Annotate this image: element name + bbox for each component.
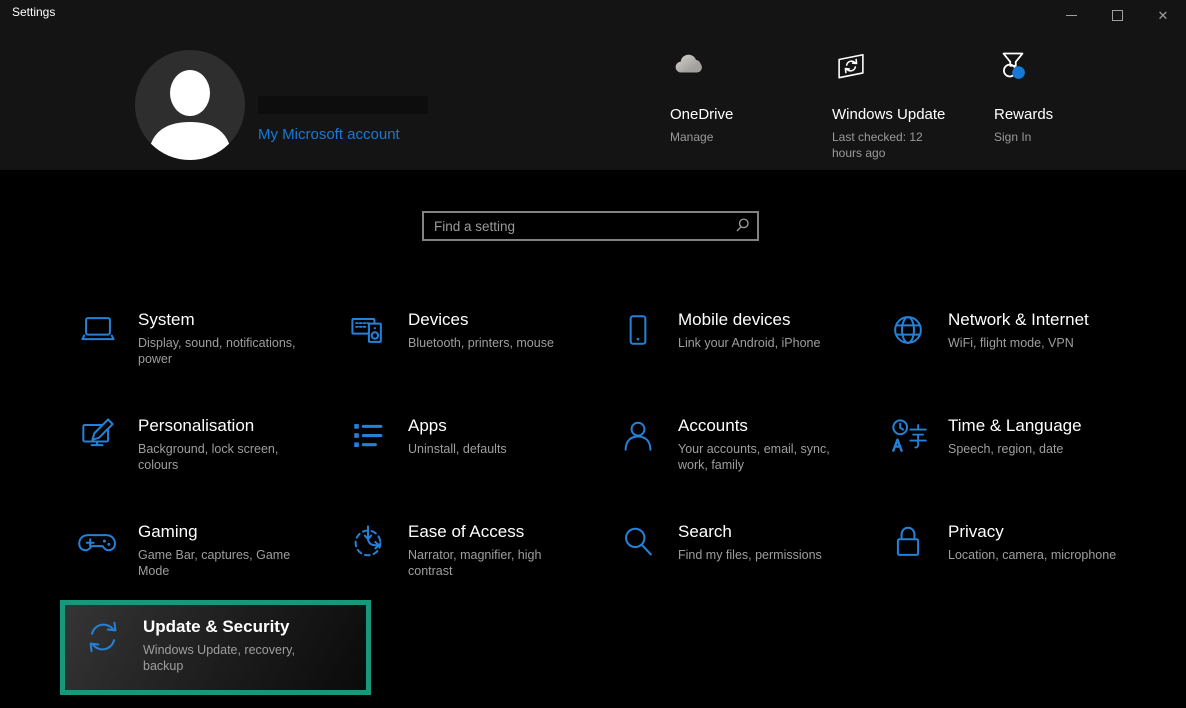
user-avatar[interactable] xyxy=(135,50,245,160)
maximize-icon xyxy=(1112,10,1123,21)
category-subtitle: Bluetooth, printers, mouse xyxy=(408,335,554,351)
onedrive-cloud-icon xyxy=(670,48,708,88)
globe-icon xyxy=(886,308,930,352)
apps-icon xyxy=(346,414,390,458)
rewards-medal-icon xyxy=(994,48,1032,88)
quick-item-subtitle: Sign In xyxy=(994,129,1094,145)
ease-of-access-icon xyxy=(346,520,390,564)
category-subtitle: Find my files, permissions xyxy=(678,547,822,563)
maximize-button[interactable] xyxy=(1094,0,1140,30)
category-text: Devices Bluetooth, printers, mouse xyxy=(408,308,554,351)
quick-item-title: Windows Update xyxy=(832,106,944,123)
quick-item-title: OneDrive xyxy=(670,106,782,123)
category-tile-network-internet[interactable]: Network & Internet WiFi, flight mode, VPN xyxy=(870,292,1140,398)
quick-item-title: Rewards xyxy=(994,106,1106,123)
person-icon xyxy=(616,414,660,458)
category-tile-apps[interactable]: Apps Uninstall, defaults xyxy=(330,398,600,504)
user-silhouette-icon xyxy=(135,50,245,160)
category-title: Mobile devices xyxy=(678,310,820,330)
personalisation-icon xyxy=(76,414,120,458)
category-tile-time-language[interactable]: Time & Language Speech, region, date xyxy=(870,398,1140,504)
category-text: Personalisation Background, lock screen, … xyxy=(138,414,313,473)
windows-update-icon xyxy=(832,48,870,88)
category-text: Update & Security Windows Update, recover… xyxy=(143,615,318,674)
category-tile-mobile-devices[interactable]: Mobile devices Link your Android, iPhone xyxy=(600,292,870,398)
category-title: Ease of Access xyxy=(408,522,583,542)
devices-icon xyxy=(346,308,390,352)
category-tile-system[interactable]: System Display, sound, notifications, pow… xyxy=(60,292,330,398)
category-text: Privacy Location, camera, microphone xyxy=(948,520,1116,563)
settings-window: Settings ✕ My Microsoft account OneDrive… xyxy=(0,0,1186,708)
settings-categories-grid: System Display, sound, notifications, pow… xyxy=(60,292,1140,708)
quick-item-subtitle: Manage xyxy=(670,129,770,145)
phone-icon xyxy=(616,308,660,352)
window-title: Settings xyxy=(12,5,55,19)
category-tile-privacy[interactable]: Privacy Location, camera, microphone xyxy=(870,504,1140,610)
category-subtitle: Your accounts, email, sync, work, family xyxy=(678,441,853,473)
category-subtitle: Narrator, magnifier, high contrast xyxy=(408,547,583,579)
category-tile-personalisation[interactable]: Personalisation Background, lock screen, … xyxy=(60,398,330,504)
category-subtitle: Link your Android, iPhone xyxy=(678,335,820,351)
category-tile-search[interactable]: Search Find my files, permissions xyxy=(600,504,870,610)
close-icon: ✕ xyxy=(1158,9,1169,22)
window-controls: ✕ xyxy=(1048,0,1186,30)
category-subtitle: Display, sound, notifications, power xyxy=(138,335,313,367)
minimize-button[interactable] xyxy=(1048,0,1094,30)
category-title: Gaming xyxy=(138,522,313,542)
category-title: Devices xyxy=(408,310,554,330)
sync-icon xyxy=(81,615,125,659)
category-subtitle: Location, camera, microphone xyxy=(948,547,1116,563)
category-text: Time & Language Speech, region, date xyxy=(948,414,1082,457)
magnifier-icon xyxy=(616,520,660,564)
category-tile-devices[interactable]: Devices Bluetooth, printers, mouse xyxy=(330,292,600,398)
quick-item-onedrive[interactable]: OneDrive Manage xyxy=(670,48,782,161)
quick-item-subtitle: Last checked: 12 hours ago xyxy=(832,129,932,161)
category-title: Time & Language xyxy=(948,416,1082,436)
category-text: Search Find my files, permissions xyxy=(678,520,822,563)
category-tile-accounts[interactable]: Accounts Your accounts, email, sync, work… xyxy=(600,398,870,504)
category-title: Network & Internet xyxy=(948,310,1089,330)
category-title: Search xyxy=(678,522,822,542)
category-text: Network & Internet WiFi, flight mode, VPN xyxy=(948,308,1089,351)
category-title: System xyxy=(138,310,313,330)
category-subtitle: Speech, region, date xyxy=(948,441,1082,457)
category-text: Apps Uninstall, defaults xyxy=(408,414,507,457)
category-text: System Display, sound, notifications, pow… xyxy=(138,308,313,367)
category-title: Accounts xyxy=(678,416,853,436)
category-title: Personalisation xyxy=(138,416,313,436)
category-title: Apps xyxy=(408,416,507,436)
category-subtitle: WiFi, flight mode, VPN xyxy=(948,335,1089,351)
category-tile-ease-of-access[interactable]: Ease of Access Narrator, magnifier, high … xyxy=(330,504,600,610)
category-subtitle: Game Bar, captures, Game Mode xyxy=(138,547,313,579)
quick-item-rewards[interactable]: Rewards Sign In xyxy=(994,48,1106,161)
laptop-icon xyxy=(76,308,120,352)
category-text: Accounts Your accounts, email, sync, work… xyxy=(678,414,853,473)
header-quick-items: OneDrive Manage Windows Update Last checked… xyxy=(670,48,1106,161)
account-name-redacted xyxy=(258,96,428,114)
category-text: Mobile devices Link your Android, iPhone xyxy=(678,308,820,351)
category-subtitle: Windows Update, recovery, backup xyxy=(143,642,318,674)
category-text: Ease of Access Narrator, magnifier, high … xyxy=(408,520,583,579)
category-tile-gaming[interactable]: Gaming Game Bar, captures, Game Mode xyxy=(60,504,330,610)
quick-item-windows-update[interactable]: Windows Update Last checked: 12 hours ago xyxy=(832,48,944,161)
search-input[interactable] xyxy=(422,211,759,241)
gamepad-icon xyxy=(76,520,120,564)
category-title: Update & Security xyxy=(143,617,318,637)
close-button[interactable]: ✕ xyxy=(1140,0,1186,30)
microsoft-account-link[interactable]: My Microsoft account xyxy=(258,126,400,143)
search-box xyxy=(422,211,759,241)
category-tile-update-security[interactable]: Update & Security Windows Update, recover… xyxy=(60,600,371,695)
category-text: Gaming Game Bar, captures, Game Mode xyxy=(138,520,313,579)
lock-icon xyxy=(886,520,930,564)
minimize-icon xyxy=(1066,15,1077,16)
category-title: Privacy xyxy=(948,522,1116,542)
category-subtitle: Uninstall, defaults xyxy=(408,441,507,457)
category-subtitle: Background, lock screen, colours xyxy=(138,441,313,473)
time-language-icon xyxy=(886,414,930,458)
